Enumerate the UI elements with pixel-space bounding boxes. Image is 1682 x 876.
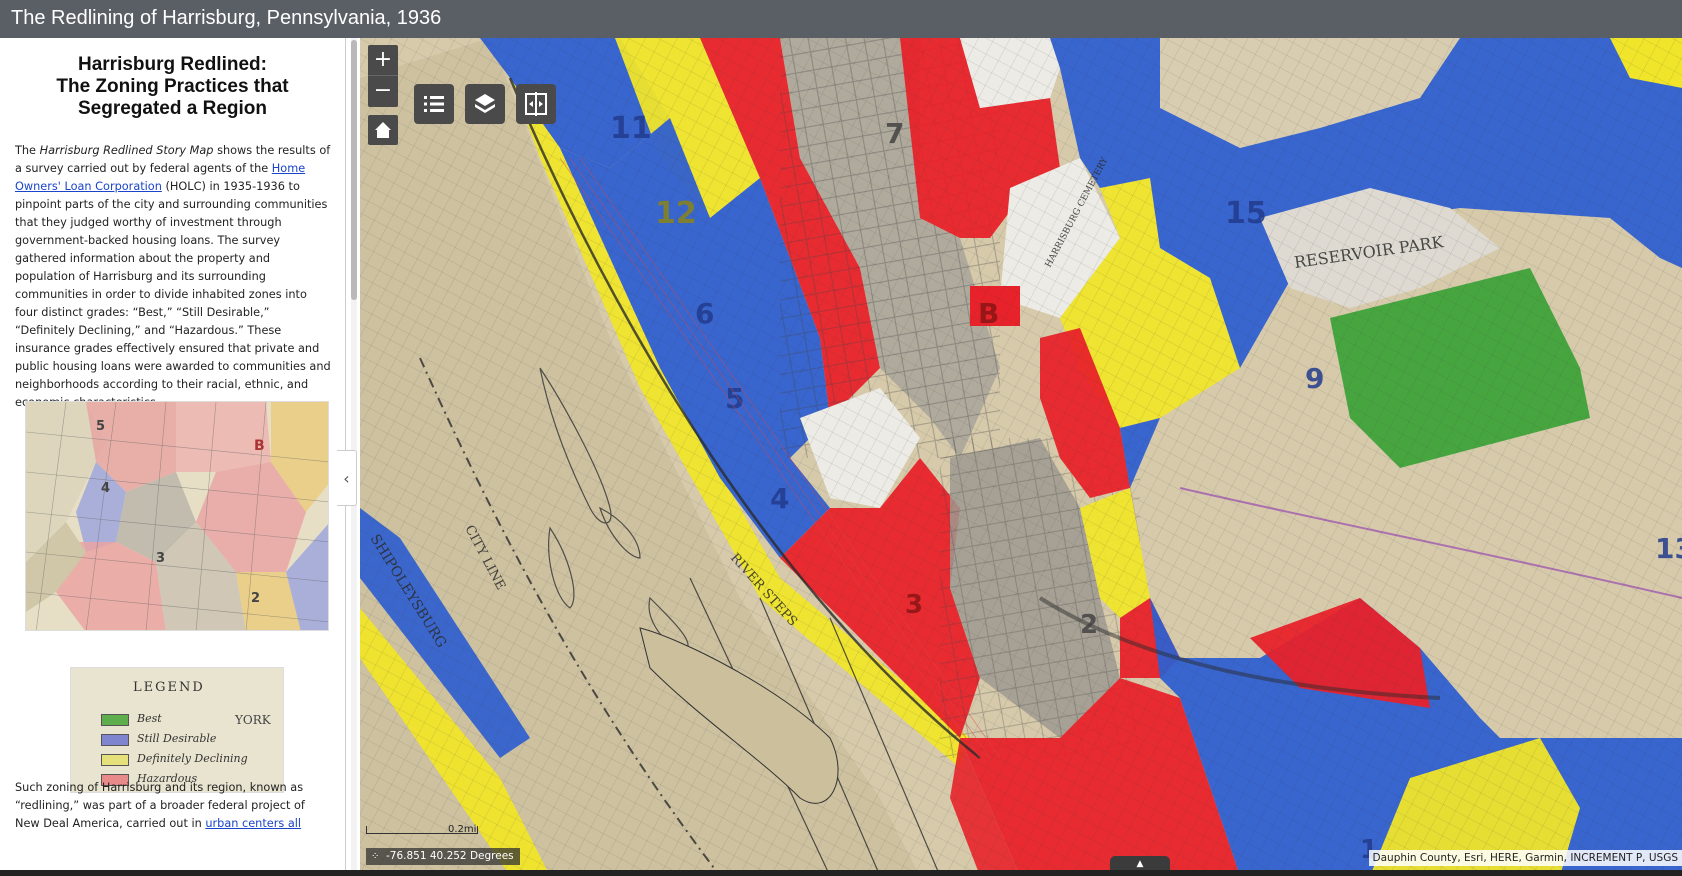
svg-text:2: 2	[251, 591, 260, 606]
collapse-panel-button[interactable]: ‹	[337, 450, 357, 506]
scrollbar-thumb[interactable]	[351, 40, 357, 300]
map-attribution: Dauphin County, Esri, HERE, Garmin, INCR…	[1368, 850, 1682, 866]
legend-row: Best	[101, 712, 281, 728]
zone-label: 6	[695, 297, 714, 330]
intro-italic-title: Harrisburg Redlined Story Map	[39, 144, 214, 157]
legend-label: Definitely Declining	[137, 752, 248, 765]
chevron-up-icon: ▲	[1136, 859, 1144, 869]
svg-text:3: 3	[156, 551, 165, 566]
coordinate-text: -76.851 40.252 Degrees	[386, 850, 514, 862]
legend-toggle-button[interactable]	[414, 84, 454, 124]
redline-map-thumbnail: 5 4 3 B 2	[25, 401, 329, 631]
zone-label: 3	[905, 590, 923, 620]
chevron-left-icon: ‹	[343, 469, 350, 488]
app-header: The Redlining of Harrisburg, Pennsylvani…	[0, 0, 1682, 38]
story-side-panel: Harrisburg Redlined: The Zoning Practice…	[0, 38, 346, 876]
zone-label: 12	[655, 196, 697, 231]
urban-centers-link[interactable]: urban centers all	[205, 817, 301, 830]
svg-text:4: 4	[101, 481, 110, 496]
home-button[interactable]	[368, 115, 398, 145]
zone-label: 13	[1655, 532, 1682, 565]
svg-text:B: B	[254, 438, 265, 454]
zoom-controls: + −	[368, 45, 398, 107]
heading-line: The Zoning Practices that	[56, 76, 289, 97]
window-bottom-edge	[0, 870, 1682, 876]
legend-list-icon	[424, 96, 444, 112]
legend-label: Best	[137, 712, 162, 725]
legend-swatch-best	[101, 714, 129, 726]
legend-title: LEGEND	[133, 680, 205, 695]
intro-text: The	[15, 144, 40, 157]
heading-line: Harrisburg Redlined:	[78, 54, 267, 75]
legend-label: Still Desirable	[137, 732, 217, 745]
heading-line: Segregated a Region	[78, 98, 267, 119]
zoom-in-button[interactable]: +	[368, 45, 398, 76]
zone-label: 11	[610, 111, 652, 146]
app-title: The Redlining of Harrisburg, Pennsylvani…	[11, 7, 442, 29]
zone-label: 2	[1080, 610, 1098, 640]
outro-paragraph: Such zoning of Harrisburg and its region…	[15, 779, 333, 833]
zone-label: B	[978, 297, 999, 330]
map-view[interactable]: 11 12 6 5 4 7 15 3 B 9 2 1 13 CITY LINE …	[360, 38, 1682, 876]
zone-label: 15	[1225, 196, 1267, 231]
legend-row: Still Desirable	[101, 732, 281, 748]
coordinate-readout[interactable]: ⁘ -76.851 40.252 Degrees	[366, 848, 520, 865]
legend-row: Definitely Declining	[101, 752, 281, 768]
svg-text:5: 5	[96, 419, 105, 434]
legend-swatch-still-desirable	[101, 734, 129, 746]
layers-icon	[475, 94, 495, 113]
intro-paragraph: The Harrisburg Redlined Story Map shows …	[0, 142, 345, 412]
zoom-out-button[interactable]: −	[368, 76, 398, 107]
swipe-compare-button[interactable]	[516, 84, 556, 124]
intro-text: (HOLC) in 1935-1936 to pinpoint parts of…	[15, 180, 331, 409]
home-icon	[375, 122, 391, 138]
zone-label: 7	[885, 117, 904, 150]
swipe-compare-icon	[525, 92, 547, 116]
legend-swatch-declining	[101, 754, 129, 766]
scale-bar-label: 0.2mi	[448, 824, 477, 835]
layers-button[interactable]	[465, 84, 505, 124]
legend-image: LEGEND YORK Best Still Desirable Definit…	[70, 667, 284, 793]
zone-label: 4	[770, 482, 789, 515]
story-heading: Harrisburg Redlined: The Zoning Practice…	[0, 54, 345, 120]
zone-label: 9	[1305, 362, 1324, 395]
historic-redline-map: 11 12 6 5 4 7 15 3 B 9 2 1 13 CITY LINE …	[360, 38, 1682, 876]
scale-bar: 0.2mi	[366, 824, 478, 840]
crosshair-icon: ⁘	[371, 851, 380, 862]
